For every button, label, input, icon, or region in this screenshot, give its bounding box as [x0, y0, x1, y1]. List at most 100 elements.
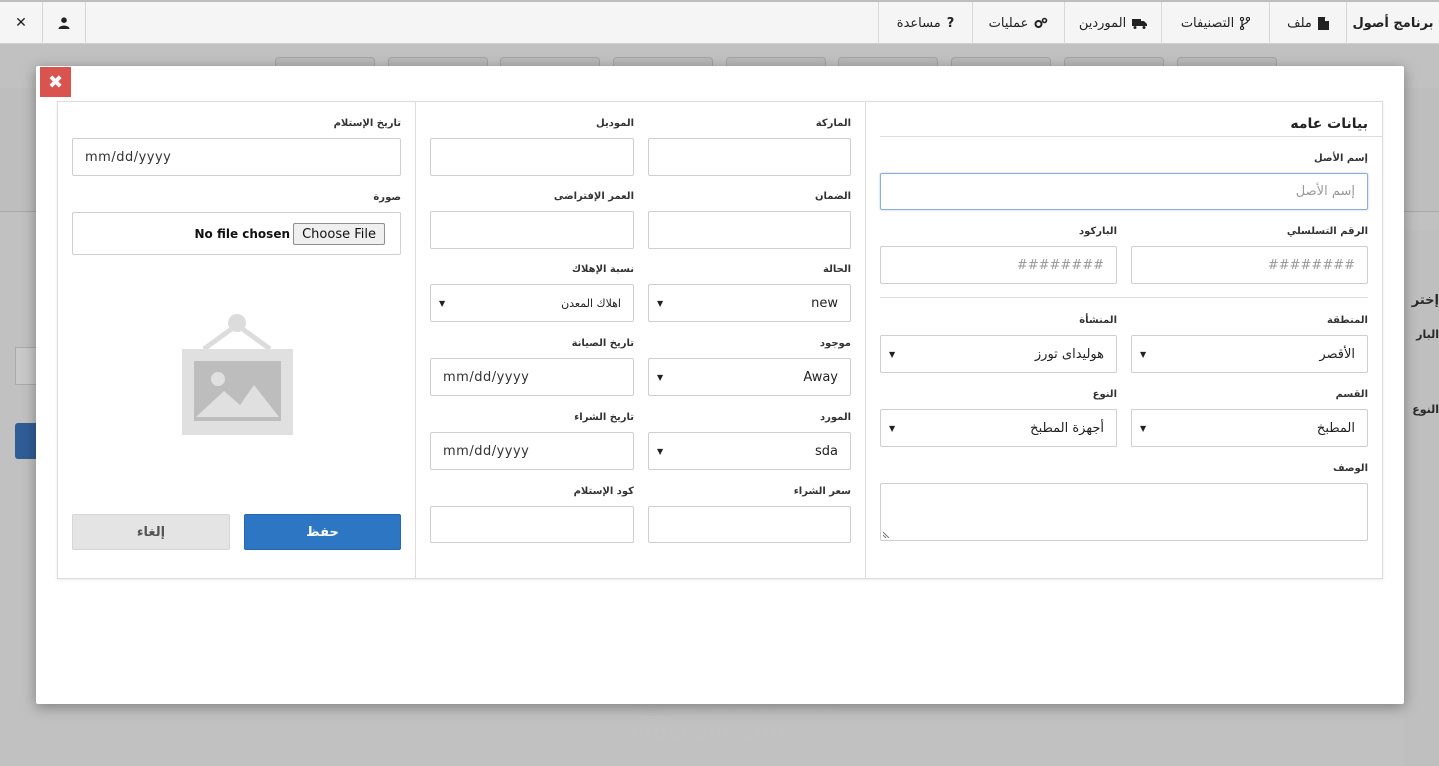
menu-file[interactable]: ملف: [1269, 2, 1346, 44]
warranty-label: الضمان: [814, 191, 851, 202]
top-navbar: ✕ ? مساعدة عمليات الموردين التصنيفات ملف…: [0, 0, 1439, 44]
purchase-date-input[interactable]: mm/dd/yyyy: [430, 432, 634, 470]
existence-label: موجود: [819, 338, 851, 349]
section-title: بيانات عامه: [1290, 116, 1368, 132]
default-age-label: العمر الإفتراضى: [553, 191, 634, 202]
status-select[interactable]: new ▼: [648, 284, 851, 322]
region-label: المنطقة: [1327, 315, 1368, 326]
close-icon: ✕: [15, 15, 27, 31]
menu-help[interactable]: ? مساعدة: [878, 2, 972, 44]
question-icon: ?: [946, 15, 955, 31]
receipt-date-value: mm/dd/yyyy: [85, 149, 172, 165]
chevron-down-icon: ▼: [1140, 423, 1147, 433]
choose-file-button[interactable]: Choose File: [293, 223, 385, 245]
menu-suppliers-label: الموردين: [1078, 15, 1127, 31]
brand-input[interactable]: [648, 138, 851, 176]
menu-categories-label: التصنيفات: [1180, 15, 1235, 31]
file-icon: [1317, 16, 1329, 30]
warranty-input[interactable]: [648, 211, 851, 249]
close-icon: ✖: [47, 71, 64, 93]
supplier-value: sda: [815, 443, 838, 459]
purchase-date-value: mm/dd/yyyy: [443, 443, 530, 459]
no-file-text: No file chosen: [194, 227, 290, 241]
maintenance-date-value: mm/dd/yyyy: [443, 369, 530, 385]
barcode-input[interactable]: ########: [880, 246, 1117, 284]
chevron-down-icon: ▼: [889, 423, 896, 433]
depreciation-label: نسبة الإهلاك: [571, 264, 634, 275]
department-select[interactable]: المطبخ ▼: [1131, 409, 1368, 447]
purchase-price-input[interactable]: [648, 506, 851, 543]
department-label: القسم: [1335, 389, 1368, 400]
serial-number-label: الرقم التسلسلي: [1286, 226, 1368, 237]
description-textarea[interactable]: [880, 483, 1368, 541]
barcode-label: الباركود: [1079, 226, 1117, 237]
image-placeholder-icon: [182, 314, 293, 435]
department-value: المطبخ: [1316, 420, 1355, 436]
receipt-code-input[interactable]: [430, 506, 634, 543]
asset-name-label: إسم الأصل: [1313, 153, 1368, 164]
cancel-button[interactable]: إلغاء: [72, 514, 230, 550]
barcode-placeholder: ########: [1016, 257, 1104, 273]
image-label: صورة: [373, 192, 401, 203]
type-label: النوع: [1092, 389, 1117, 400]
depreciation-value: اهلاك المعدن: [561, 296, 621, 310]
section-divider: [880, 297, 1368, 298]
existence-value: Away: [803, 369, 838, 385]
brand-label: الماركة: [815, 118, 851, 129]
type-select[interactable]: أجهزة المطبخ ▼: [880, 409, 1117, 447]
status-value: new: [811, 295, 838, 311]
truck-icon: [1132, 18, 1148, 29]
model-label: الموديل: [596, 118, 634, 129]
supplier-select[interactable]: sda ▼: [648, 432, 851, 470]
menu-operations[interactable]: عمليات: [972, 2, 1064, 44]
depreciation-select[interactable]: اهلاك المعدن ▼: [430, 284, 634, 322]
supplier-label: المورد: [819, 412, 851, 423]
existence-select[interactable]: Away ▼: [648, 358, 851, 396]
facility-value: هوليداى تورز: [1034, 346, 1104, 362]
facility-label: المنشأة: [1079, 315, 1117, 326]
maintenance-date-input[interactable]: mm/dd/yyyy: [430, 358, 634, 396]
user-menu-button[interactable]: [43, 2, 86, 44]
menu-categories[interactable]: التصنيفات: [1161, 2, 1269, 44]
code-fork-icon: [1240, 16, 1251, 30]
menu-file-label: ملف: [1287, 15, 1312, 31]
purchase-price-label: سعر الشراء: [793, 486, 851, 497]
chevron-down-icon: ▼: [439, 298, 446, 308]
image-file-input[interactable]: Choose File No file chosen: [72, 212, 401, 255]
description-label: الوصف: [1332, 463, 1368, 474]
model-input[interactable]: [430, 138, 634, 176]
close-app-button[interactable]: ✕: [0, 2, 43, 44]
serial-number-placeholder: ########: [1267, 257, 1355, 273]
default-age-input[interactable]: [430, 211, 634, 249]
chevron-down-icon: ▼: [657, 446, 664, 456]
status-label: الحالة: [823, 264, 851, 275]
receipt-code-label: كود الإستلام: [573, 486, 634, 497]
menu-help-label: مساعدة: [896, 15, 941, 31]
modal-close-button[interactable]: ✖: [40, 67, 71, 97]
gears-icon: [1034, 17, 1048, 28]
user-icon: [58, 17, 70, 29]
column-divider: [415, 101, 416, 579]
chevron-down-icon: ▼: [657, 298, 664, 308]
menu-suppliers[interactable]: الموردين: [1064, 2, 1161, 44]
resize-grip-icon[interactable]: [883, 530, 891, 538]
section-divider: [880, 136, 1382, 137]
region-select[interactable]: الأقصر ▼: [1131, 335, 1368, 373]
facility-select[interactable]: هوليداى تورز ▼: [880, 335, 1117, 373]
purchase-date-label: تاريخ الشراء: [574, 412, 634, 423]
asset-name-input[interactable]: إسم الأصل: [880, 173, 1368, 210]
type-value: أجهزة المطبخ: [1030, 420, 1104, 436]
app-title-text: برنامج أصول: [1352, 15, 1434, 31]
chevron-down-icon: ▼: [1140, 349, 1147, 359]
column-divider: [865, 101, 866, 579]
receipt-date-input[interactable]: mm/dd/yyyy: [72, 138, 401, 176]
app-title[interactable]: برنامج أصول: [1346, 2, 1439, 44]
chevron-down-icon: ▼: [889, 349, 896, 359]
chevron-down-icon: ▼: [657, 372, 664, 382]
region-value: الأقصر: [1319, 346, 1355, 362]
save-button[interactable]: حفظ: [244, 514, 401, 550]
maintenance-date-label: تاريخ الصيانة: [571, 338, 634, 349]
receipt-date-label: تاريخ الإستلام: [333, 118, 401, 129]
serial-number-input[interactable]: ########: [1131, 246, 1368, 284]
asset-name-placeholder: إسم الأصل: [1295, 184, 1355, 199]
